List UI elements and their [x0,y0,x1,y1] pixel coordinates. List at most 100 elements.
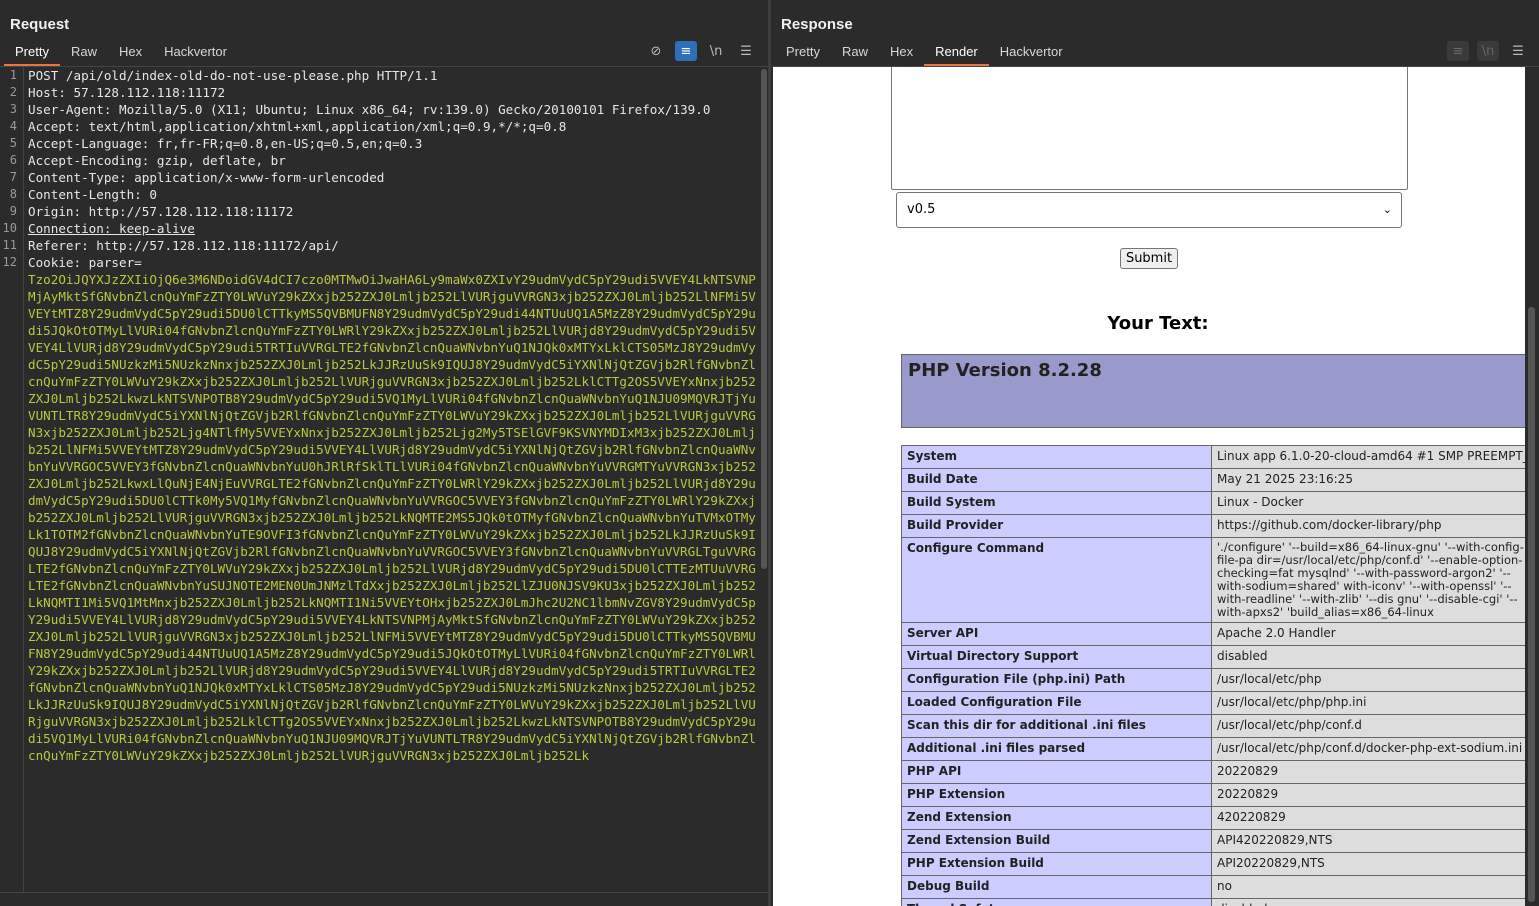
info-key: Additional .ini files parsed [901,737,1212,761]
request-line: Accept-Language: fr,fr-FR;q=0.8,en-US;q=… [28,135,758,152]
info-key: Virtual Directory Support [901,645,1212,669]
header-value: http://57.128.112.118:11172 [88,204,294,219]
info-value: /usr/local/etc/php [1211,668,1525,692]
request-tabs: Pretty Raw Hex Hackvertor [4,40,238,66]
info-value: May 21 2025 23:16:25 [1211,468,1525,492]
info-value: 20220829 [1211,783,1525,807]
request-tab-pretty[interactable]: Pretty [4,40,60,66]
info-value: https://github.com/docker-library/php [1211,514,1525,538]
line-number: 2 [9,85,17,99]
request-tab-hackvertor[interactable]: Hackvertor [153,40,238,66]
menu-icon[interactable]: ☰ [1507,41,1529,61]
info-key: Debug Build [901,875,1212,899]
table-row: Configure Command './configure' '--build=… [901,537,1525,623]
line-number: 3 [9,102,17,116]
table-row: Scan this dir for additional .ini files /… [901,714,1525,738]
wrap-lines-icon[interactable]: ≡ [1447,41,1469,61]
request-pane: Request Pretty Raw Hex Hackvertor ⊘ ≡ \n ☰ … [0,0,768,906]
table-row: PHP Extension Build API20220829,NTS [901,852,1525,876]
response-tab-render[interactable]: Render [924,40,989,66]
header-value: application/x-www-form-urlencoded [134,170,385,185]
request-line: Accept: text/html,application/xhtml+xml,… [28,118,758,135]
table-row: Build Provider https://github.com/docker-… [901,514,1525,538]
response-tab-raw[interactable]: Raw [831,40,879,66]
table-row: Build System Linux - Docker [901,491,1525,515]
request-scrollbar[interactable] [760,67,768,892]
header-name: Referer: [28,238,97,253]
table-row: Server API Apache 2.0 Handler [901,622,1525,646]
info-key: System [901,445,1212,469]
request-line: Content-Length: 0 [28,186,758,203]
line-number: 6 [9,153,17,167]
line-number: 7 [9,170,17,184]
header-value: text/html,application/xhtml+xml,applicat… [88,119,567,134]
info-value: API420220829,NTS [1211,829,1525,853]
wrap-lines-icon[interactable]: ≡ [675,41,697,61]
request-line: Referer: http://57.128.112.118:11172/api… [28,237,758,254]
header-value: http://57.128.112.118:11172/api/ [96,238,339,253]
request-status-bar [0,892,768,906]
request-tab-raw[interactable]: Raw [60,40,108,66]
header-name: Origin: [28,204,89,219]
info-value: /usr/local/etc/php/conf.d/docker-php-ext… [1211,737,1525,761]
response-title: Response [781,16,853,33]
info-key: Configure Command [901,537,1212,623]
newline-icon[interactable]: \n [1477,41,1499,61]
info-value: Linux - Docker [1211,491,1525,515]
table-row: Configuration File (php.ini) Path/usr/lo… [901,668,1525,692]
header-value: 0 [149,187,157,202]
request-line: Host: 57.128.112.118:11172 [28,84,758,101]
submit-button[interactable]: Submit [1120,248,1178,269]
header-value: gzip, deflate, br [156,153,286,168]
info-key: Zend Extension Build [901,829,1212,853]
response-scroll-thumb[interactable] [1528,307,1535,902]
info-key: PHP Extension Build [901,852,1212,876]
info-value: Apache 2.0 Handler [1211,622,1525,646]
response-tab-pretty[interactable]: Pretty [775,40,831,66]
line-number: 5 [9,136,17,150]
php-version-header: PHP Version 8.2.28 [901,354,1525,428]
info-key: Build Date [901,468,1212,492]
request-editor[interactable]: 1 2 3 4 5 6 7 8 9 10 11 12 POST /api/old/index-old-… [0,67,760,892]
line-number: 12 [2,255,17,269]
request-code[interactable]: POST /api/old/index-old-do-not-use-pleas… [28,67,758,892]
table-row: PHP Extension 20220829 [901,783,1525,807]
text-input-area[interactable] [891,67,1408,190]
request-title: Request [10,16,70,33]
request-line: Accept-Encoding: gzip, deflate, br [28,152,758,169]
newline-icon[interactable]: \n [705,41,727,61]
info-value: API20220829,NTS [1211,852,1525,876]
info-value: Linux app 6.1.0-20-cloud-amd64 #1 SMP PR… [1211,445,1525,469]
info-value: disabled [1211,645,1525,669]
info-value: no [1211,875,1525,899]
info-value: './configure' '--build=x86_64-linux-gnu'… [1211,537,1525,623]
request-line: User-Agent: Mozilla/5.0 (X11; Ubuntu; Li… [28,101,758,118]
line-number: 4 [9,119,17,133]
header-name: User-Agent: [28,102,119,117]
info-key: Zend Extension [901,806,1212,830]
table-row: PHP API 20220829 [901,760,1525,784]
request-toolbar: ⊘ ≡ \n ☰ [645,41,757,61]
line-number: 11 [2,238,17,252]
your-text-heading: Your Text: [1107,313,1209,334]
table-row: Zend Extension 420220829 [901,806,1525,830]
line-number-gutter: 1 2 3 4 5 6 7 8 9 10 11 12 [0,67,24,892]
response-tab-hackvertor[interactable]: Hackvertor [989,40,1074,66]
table-row: Additional .ini files parsed/usr/local/e… [901,737,1525,761]
table-row: Zend Extension Build API420220829,NTS [901,829,1525,853]
request-tab-hex[interactable]: Hex [108,40,153,66]
request-line: Content-Type: application/x-www-form-url… [28,169,758,186]
request-line: Connection: keep-alive [28,220,758,237]
header-name: Cookie: [28,255,89,270]
response-tab-hex[interactable]: Hex [879,40,924,66]
header-name: Content-Length: [28,187,150,202]
parser-version-select[interactable]: v0.5 ⌄ [896,192,1402,228]
eye-slash-icon[interactable]: ⊘ [645,41,667,61]
table-row: Loaded Configuration File/usr/local/etc/… [901,691,1525,715]
request-scroll-thumb[interactable] [761,69,767,569]
response-scrollbar[interactable] [1525,67,1539,906]
header-value: 57.128.112.118:11172 [73,85,226,100]
php-version-title: PHP Version 8.2.28 [908,360,1102,381]
select-value: v0.5 [907,202,936,217]
menu-icon[interactable]: ☰ [735,41,757,61]
